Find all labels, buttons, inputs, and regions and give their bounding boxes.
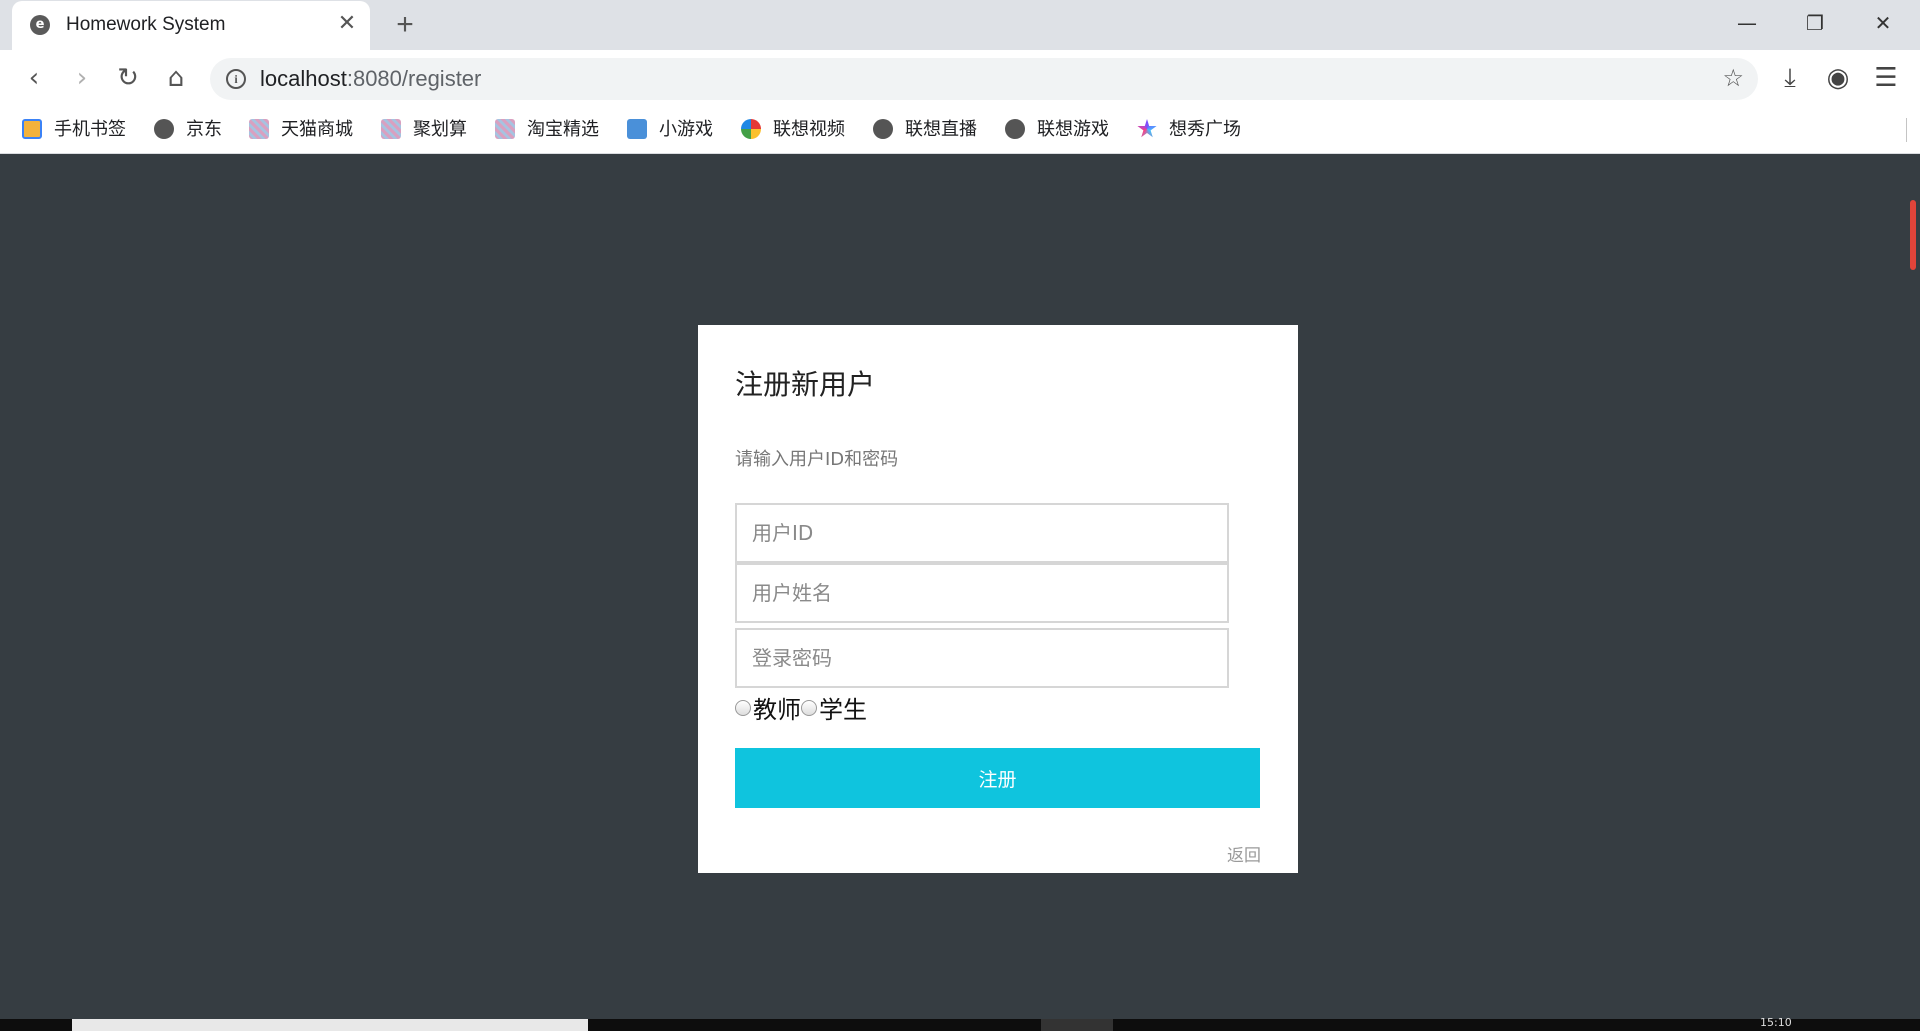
role-student-option[interactable]: 学生 [801,690,867,725]
phone-icon [22,119,42,139]
reload-button[interactable]: ↻ [110,60,146,96]
bookmark-mobile[interactable]: 手机书签 [22,116,126,144]
new-tab-button[interactable]: + [388,8,422,42]
window-close-button[interactable]: ✕ [1860,5,1906,41]
account-icon[interactable]: ◉ [1820,60,1856,96]
forward-button[interactable]: › [64,60,100,96]
back-button[interactable]: ‹ [16,60,52,96]
bookmark-taobao[interactable]: 淘宝精选 [495,116,599,144]
site-favicon-icon [381,119,401,139]
register-card: 注册新用户 请输入用户ID和密码 教师 学生 注册 返回 [698,325,1298,873]
restore-button[interactable]: ❐ [1792,5,1838,41]
tab-title: Homework System [66,14,226,35]
address-bar[interactable]: i localhost:8080/register ☆ [210,58,1758,100]
bookmarks-bar: 手机书签 京东 天猫商城 聚划算 淘宝精选 小游戏 联想视频 联想直播 联想游戏… [0,106,1920,154]
site-info-icon[interactable]: i [226,69,246,89]
bookmark-lenovo-video[interactable]: 联想视频 [741,116,845,144]
taskbar-clock: 15:10 [1760,1016,1792,1029]
role-student-label: 学生 [819,696,867,724]
radio-student[interactable] [801,699,817,716]
close-tab-icon[interactable]: ✕ [334,11,360,37]
user-id-input[interactable] [735,503,1229,563]
site-favicon-icon [495,119,515,139]
url-text: localhost:8080/register [260,66,482,91]
bookmark-star-icon[interactable]: ☆ [1722,64,1744,92]
page-viewport: 注册新用户 请输入用户ID和密码 教师 学生 注册 返回 [0,154,1920,1019]
bookmark-lenovo-games[interactable]: 联想游戏 [1005,116,1109,144]
video-logo-icon [741,119,761,139]
bookmarks-divider [1906,118,1907,142]
os-taskbar: 15:10 [0,1016,1920,1031]
site-favicon-icon [249,119,269,139]
taskbar-app-button[interactable] [1041,1019,1113,1031]
tab-strip: e Homework System ✕ + — ❐ ✕ [0,0,1920,50]
browser-tab[interactable]: e Homework System ✕ [12,1,370,50]
user-name-input[interactable] [735,563,1229,623]
bookmark-tmall[interactable]: 天猫商城 [249,116,353,144]
form-instruction: 请输入用户ID和密码 [735,449,899,470]
bookmark-juhuasuan[interactable]: 聚划算 [381,116,467,144]
star-logo-icon [1137,119,1157,138]
menu-icon[interactable]: ☰ [1868,60,1904,96]
download-icon[interactable]: ⤓ [1772,60,1808,96]
register-button[interactable]: 注册 [735,748,1260,808]
home-button[interactable]: ⌂ [158,60,194,96]
browser-logo-icon [154,119,174,139]
scrollbar[interactable] [1910,200,1916,270]
role-teacher-option[interactable]: 教师 [735,690,801,725]
bookmark-jd[interactable]: 京东 [154,116,222,144]
browser-logo-icon: e [30,15,50,35]
bookmark-lenovo-live[interactable]: 联想直播 [873,116,977,144]
browser-logo-icon [1005,119,1025,139]
bookmark-games[interactable]: 小游戏 [627,116,713,144]
minimize-button[interactable]: — [1724,5,1770,41]
page-title: 注册新用户 [735,368,876,401]
crown-icon [627,119,647,139]
role-selector: 教师 学生 [735,690,867,725]
bookmark-xiangxiu[interactable]: 想秀广场 [1137,116,1241,144]
password-input[interactable] [735,628,1229,688]
role-teacher-label: 教师 [753,696,801,724]
radio-teacher[interactable] [735,699,751,716]
browser-toolbar: ‹ › ↻ ⌂ i localhost:8080/register ☆ ⤓ ◉ … [0,50,1920,106]
taskbar-search-box[interactable] [72,1019,588,1031]
back-link[interactable]: 返回 [1227,841,1261,866]
browser-logo-icon [873,119,893,139]
